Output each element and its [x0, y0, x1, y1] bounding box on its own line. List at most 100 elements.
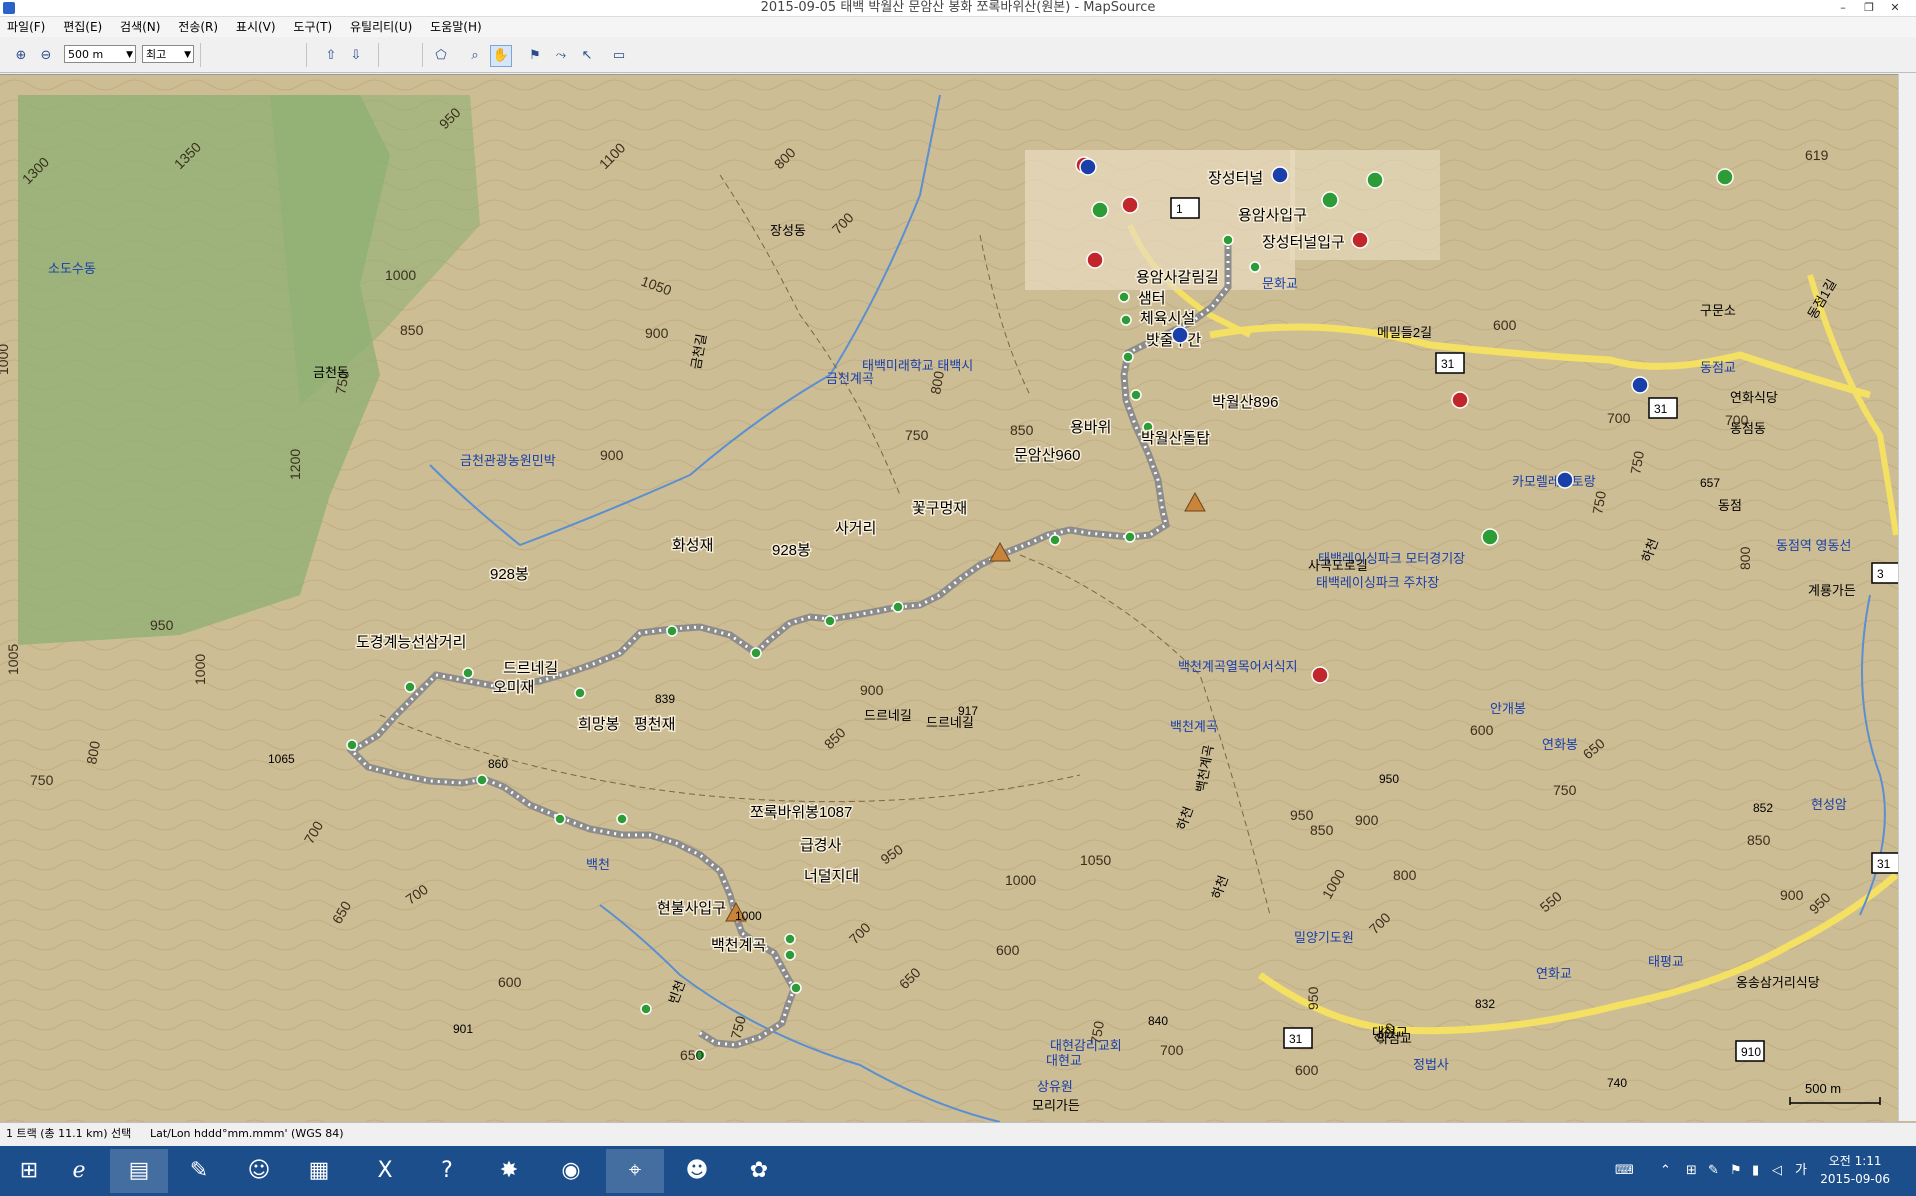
mapsource-icon[interactable]: ⌖: [606, 1149, 664, 1193]
media-icon[interactable]: ☺: [230, 1149, 288, 1193]
waypoint-marker[interactable]: [784, 949, 796, 961]
waypoint-marker[interactable]: [404, 681, 416, 693]
waypoint-marker[interactable]: [1130, 389, 1142, 401]
parking-icon[interactable]: [1451, 391, 1469, 409]
parking-icon[interactable]: [1351, 231, 1369, 249]
help-icon[interactable]: ?: [418, 1149, 476, 1193]
internet-explorer-icon[interactable]: ℯ: [50, 1149, 108, 1193]
send-to-device-icon[interactable]: ⇩: [345, 45, 367, 67]
waypoint-marker[interactable]: [640, 1003, 652, 1015]
parking-icon[interactable]: [1086, 251, 1104, 269]
waypoint-marker[interactable]: [1049, 534, 1061, 546]
google-earth-icon[interactable]: ◉: [542, 1149, 600, 1193]
excel-icon[interactable]: X: [356, 1149, 414, 1193]
waypoint-marker[interactable]: [750, 647, 762, 659]
parking-icon[interactable]: [1311, 666, 1329, 684]
menu-tools[interactable]: 도구(T): [286, 17, 339, 37]
waypoint-marker[interactable]: [476, 774, 488, 786]
place-label: 소도수동: [48, 261, 96, 276]
restaurant-icon[interactable]: [1556, 471, 1574, 489]
waypoint-marker[interactable]: [616, 813, 628, 825]
waypoint-marker[interactable]: [892, 601, 904, 613]
tray-expand-icon[interactable]: ⌃: [1660, 1146, 1671, 1196]
calculator-icon[interactable]: ▦: [290, 1149, 348, 1193]
menu-search[interactable]: 검색(N): [113, 17, 167, 37]
close-button[interactable]: ✕: [1882, 0, 1908, 16]
menu-file[interactable]: 파일(F): [0, 17, 52, 37]
flag-icon[interactable]: ⚑: [1730, 1146, 1742, 1196]
zoom-level-select[interactable]: 500 m ▼: [64, 45, 136, 63]
file-explorer-icon[interactable]: ▤: [110, 1149, 168, 1193]
parking-icon[interactable]: [1121, 196, 1139, 214]
pointer-tool-icon[interactable]: ↖: [576, 45, 598, 67]
route-label: 928봉: [490, 566, 529, 583]
messenger-icon[interactable]: ☻: [668, 1149, 726, 1193]
waypoint-marker[interactable]: [346, 739, 358, 751]
waypoint-marker[interactable]: [666, 625, 678, 637]
map-canvas[interactable]: 95013501300 1100 8007001000 105090085075010…: [0, 75, 1898, 1122]
restaurant-icon[interactable]: [1631, 376, 1649, 394]
contour-label: 900: [600, 447, 624, 463]
zoom-tool-icon[interactable]: ⌕: [464, 45, 486, 67]
zoom-out-icon[interactable]: ⊖: [35, 45, 57, 67]
restaurant-icon[interactable]: [1171, 326, 1189, 344]
zoom-in-icon[interactable]: ⊕: [10, 45, 32, 67]
receive-from-device-icon[interactable]: ⇧: [320, 45, 342, 67]
lodging-icon[interactable]: [1481, 528, 1499, 546]
waypoint-marker[interactable]: [1222, 234, 1234, 246]
waypoint-marker[interactable]: [574, 687, 586, 699]
restore-button[interactable]: ❐: [1856, 0, 1882, 16]
restaurant-icon[interactable]: [1271, 166, 1289, 184]
waypoint-marker[interactable]: [784, 933, 796, 945]
waypoint-marker[interactable]: [790, 982, 802, 994]
menu-edit[interactable]: 편집(E): [56, 17, 109, 37]
waypoint-marker[interactable]: [1124, 531, 1136, 543]
taskbar-clock[interactable]: 오전 1:11 2015-09-06: [1820, 1152, 1890, 1188]
paint-icon[interactable]: ✎: [170, 1149, 228, 1193]
waypoint-marker[interactable]: [554, 813, 566, 825]
speaker-icon[interactable]: ◁: [1772, 1146, 1782, 1196]
menu-transfer[interactable]: 전송(R): [171, 17, 225, 37]
network-icon[interactable]: ⊞: [1686, 1146, 1697, 1196]
lodging-icon[interactable]: [1366, 171, 1384, 189]
waypoint-marker[interactable]: [1120, 314, 1132, 326]
place-label: 드르네길: [864, 708, 912, 723]
keyboard-icon[interactable]: ⌨: [1615, 1146, 1634, 1196]
waypoint-marker[interactable]: [1249, 261, 1261, 273]
waypoint-marker[interactable]: [462, 667, 474, 679]
input-language[interactable]: 가: [1795, 1146, 1807, 1196]
vertical-scrollbar[interactable]: [1898, 74, 1916, 1121]
battery-icon[interactable]: ▮: [1752, 1146, 1759, 1196]
lodging-icon[interactable]: [1321, 191, 1339, 209]
lodging-icon[interactable]: [1716, 168, 1734, 186]
contour-label: 1200: [287, 449, 303, 480]
lodging-icon[interactable]: [1091, 201, 1109, 219]
waypoint-marker[interactable]: [824, 615, 836, 627]
road-shield-icon: [1871, 562, 1898, 584]
selection-tool-icon[interactable]: ⬠: [430, 45, 452, 67]
detail-level-select[interactable]: 최고 ▼: [142, 45, 194, 63]
distance-tool-icon[interactable]: ▭: [608, 45, 630, 67]
place-label: 연화식당: [1730, 390, 1778, 405]
contour-label: 850: [1010, 422, 1034, 438]
hand-tool-icon[interactable]: ✋: [490, 45, 512, 67]
spot-height: 852: [1753, 801, 1773, 815]
kakao-icon[interactable]: ✿: [730, 1149, 788, 1193]
menu-help[interactable]: 도움말(H): [423, 17, 489, 37]
pen-icon[interactable]: ✎: [1708, 1146, 1719, 1196]
menu-view[interactable]: 표시(V): [229, 17, 283, 37]
menu-utilities[interactable]: 유틸리티(U): [343, 17, 419, 37]
place-label: 문화교: [1262, 276, 1298, 291]
place-label: 동점역 영동선: [1776, 538, 1851, 553]
restaurant-icon[interactable]: [1079, 158, 1097, 176]
waypoint-tool-icon[interactable]: ⚑: [524, 45, 546, 67]
minimize-button[interactable]: –: [1830, 0, 1856, 16]
place-label: 카모렐레스토랑: [1512, 474, 1596, 489]
waypoint-marker[interactable]: [1118, 291, 1130, 303]
contour-label: 800: [1393, 867, 1417, 883]
contour-label: 1005: [5, 644, 21, 675]
map-view[interactable]: 950 1350 1300 1100 800 700 1000 1050 900 850 750 10…: [0, 74, 1916, 1122]
waypoint-marker[interactable]: [1122, 351, 1134, 363]
route-tool-icon[interactable]: ⤳: [550, 45, 572, 67]
flash-icon[interactable]: ✸: [480, 1149, 538, 1193]
